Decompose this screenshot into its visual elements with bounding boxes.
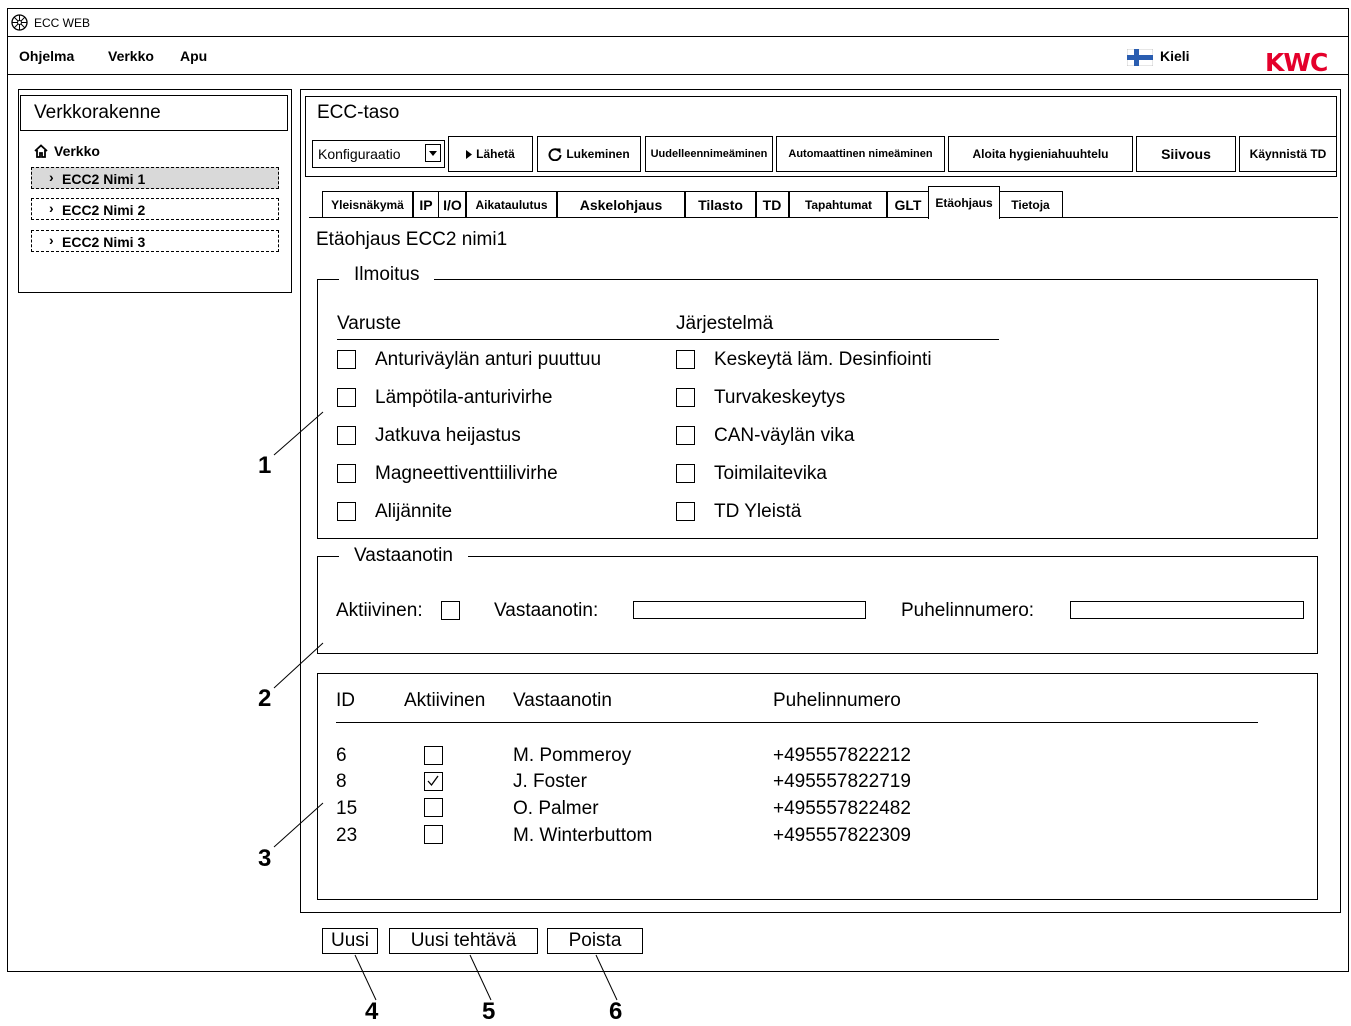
callout-lines xyxy=(273,411,618,1001)
tab-remote-control[interactable]: Etäohjaus xyxy=(928,186,1000,219)
callout-5: 5 xyxy=(482,998,496,1025)
callout-6: 6 xyxy=(609,998,623,1025)
callout-1: 1 xyxy=(258,452,272,479)
callout-4: 4 xyxy=(365,998,379,1025)
callout-3: 3 xyxy=(258,845,272,872)
callout-2: 2 xyxy=(258,685,272,712)
tab-label: Etäohjaus xyxy=(935,196,993,210)
